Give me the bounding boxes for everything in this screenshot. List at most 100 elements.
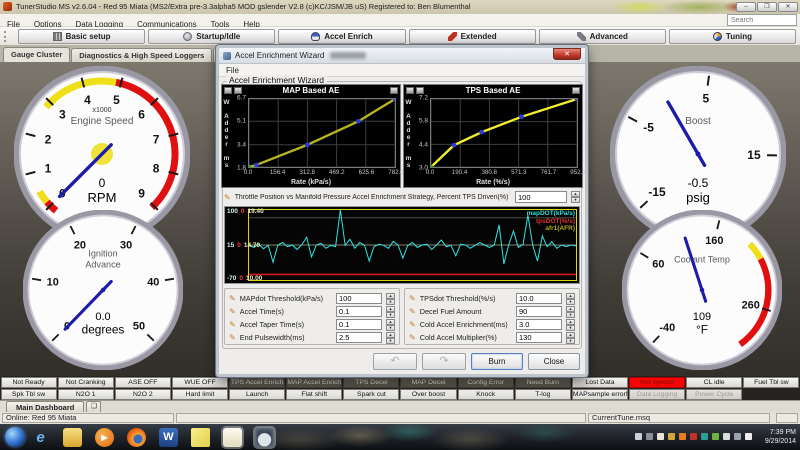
ie-icon[interactable]: e [31, 428, 50, 447]
svg-text:10: 10 [47, 277, 59, 289]
search-input[interactable] [727, 14, 797, 26]
notes-app-icon[interactable] [223, 428, 242, 447]
spinner-down-icon[interactable]: ▼ [386, 325, 395, 331]
toolbar-extended-button[interactable]: Extended [409, 29, 536, 44]
chart-corner-icon [224, 87, 232, 94]
spinner-down-icon[interactable]: ▼ [386, 338, 395, 344]
close-button[interactable]: Close [528, 353, 580, 370]
toolbar-button-label: Accel Enrich [324, 32, 372, 41]
tps-based-ae-chart[interactable]: TPS Based AEW Adder ms3.04.45.87.20.0190… [403, 84, 583, 188]
restore-icon [390, 87, 398, 94]
media-player-icon[interactable]: ▶ [95, 428, 114, 447]
tray-icon[interactable] [723, 433, 730, 440]
svg-text:1: 1 [45, 161, 52, 175]
start-button[interactable] [5, 427, 25, 447]
spinner-down-icon[interactable]: ▼ [566, 312, 575, 318]
field-label: Cold Accel Enrichment(ms) [420, 320, 512, 329]
field-input-cold-accel-multiplier[interactable] [516, 332, 562, 343]
tray-icon[interactable] [745, 433, 752, 440]
svg-text:40: 40 [147, 277, 159, 289]
indicator-over-boost: Over boost [400, 389, 456, 400]
strategy-spinner[interactable]: ▲▼ [571, 191, 580, 203]
indicator-n2o-2: N2O 2 [115, 389, 171, 400]
taskbar-clock[interactable]: 7:39 PM 9/29/2014 [765, 428, 796, 446]
field-input-accel-time-s[interactable] [336, 306, 382, 317]
spinner-down-icon[interactable]: ▼ [566, 325, 575, 331]
sticky-notes-icon[interactable] [191, 428, 210, 447]
tray-icon[interactable] [646, 433, 653, 440]
map-based-ae-chart[interactable]: MAP Based AEW Adder ms1.83.45.16.70.0156… [221, 84, 401, 188]
close-button[interactable]: ✕ [778, 2, 798, 12]
indicator-tps-decel: TPS Decel [343, 377, 399, 388]
new-dashboard-tab-button[interactable]: ❏ [86, 401, 101, 412]
dialog-title-bar[interactable]: Accel Enrichment Wizard ✕ [219, 48, 585, 64]
field-input-decel-fuel-amount[interactable] [516, 306, 562, 317]
field-spinner[interactable]: ▲▼ [386, 332, 395, 344]
field-spinner[interactable]: ▲▼ [386, 293, 395, 305]
clock-time: 7:39 PM [770, 429, 796, 436]
toolbar-advanced-button[interactable]: Advanced [539, 29, 666, 44]
plot-area[interactable] [430, 98, 578, 168]
field-spinner[interactable]: ▲▼ [566, 306, 575, 318]
svg-text:psig: psig [686, 190, 710, 205]
dialog-menu-file[interactable]: File [226, 66, 239, 75]
minimize-button[interactable]: – [736, 2, 756, 12]
toolbar-startup-idle-button[interactable]: Startup/Idle [148, 29, 275, 44]
tray-icon[interactable] [712, 433, 719, 440]
field-spinner[interactable]: ▲▼ [566, 332, 575, 344]
spinner-down-icon[interactable]: ▼ [566, 338, 575, 344]
indicator-wue-off: WUE OFF [172, 377, 228, 388]
field-spinner[interactable]: ▲▼ [566, 319, 575, 331]
coolant-temp-gauge[interactable]: -4060160260Coolant Temp109°F [622, 210, 782, 370]
field-spinner[interactable]: ▲▼ [566, 293, 575, 305]
plot-area[interactable] [248, 98, 396, 168]
tray-icon[interactable] [657, 433, 664, 440]
toolbar-basic-setup-button[interactable]: Basic setup [18, 29, 145, 44]
redo-icon: ↷ [439, 355, 448, 367]
dialog-title: Accel Enrichment Wizard [235, 51, 324, 60]
ignition-advance-gauge[interactable]: 01020304050IgnitionAdvance0.0degrees [23, 210, 183, 370]
spinner-down-icon[interactable]: ▼ [386, 312, 395, 318]
tray-icon[interactable] [690, 433, 697, 440]
field-input-mapdot-threshold-kpa-s[interactable] [336, 293, 382, 304]
spinner-down-icon[interactable]: ▼ [571, 197, 580, 203]
indicator-map-accel-enrich: MAP Accel Enrich [286, 377, 342, 388]
redo-button[interactable]: ↷ [422, 353, 466, 370]
tab-diagnostics-high-speed-loggers[interactable]: Diagnostics & High Speed Loggers [71, 48, 212, 62]
strip-axis-labels: -70010.00 [227, 275, 262, 282]
tab-main-dashboard[interactable]: Main Dashboard [6, 401, 84, 412]
tray-icon[interactable] [679, 433, 686, 440]
undo-button[interactable]: ↶ [373, 353, 417, 370]
tab-gauge-cluster[interactable]: Gauge Cluster [3, 47, 70, 62]
spinner-down-icon[interactable]: ▼ [386, 299, 395, 305]
tuning-icon [713, 32, 722, 41]
tray-icon[interactable] [635, 433, 642, 440]
field-spinner[interactable]: ▲▼ [386, 319, 395, 331]
field-input-cold-accel-enrichment-ms[interactable] [516, 319, 562, 330]
explorer-icon[interactable] [63, 428, 82, 447]
field-row-accel-taper-time-s: ✎Accel Taper Time(s)▲▼ [229, 318, 395, 331]
burn-button[interactable]: Burn [471, 353, 523, 370]
indicator-flat-shift: Flat shift [286, 389, 342, 400]
dialog-close-button[interactable]: ✕ [553, 48, 581, 60]
field-input-accel-taper-time-s[interactable] [336, 319, 382, 330]
field-row-tpsdot-threshold-s: ✎TPSdot Threshold(%/s)▲▼ [409, 292, 575, 305]
field-spinner[interactable]: ▲▼ [386, 306, 395, 318]
tray-icon[interactable] [734, 433, 741, 440]
toolbar-tuning-button[interactable]: Tuning [669, 29, 796, 44]
indicator-cl-idle: CL idle [686, 377, 742, 388]
tray-icon[interactable] [701, 433, 708, 440]
spinner-down-icon[interactable]: ▼ [566, 299, 575, 305]
word-icon[interactable]: W [159, 428, 178, 447]
strategy-input[interactable] [515, 191, 567, 203]
tray-icon[interactable] [668, 433, 675, 440]
indicator-config-error: Config Error [458, 377, 514, 388]
page-icon: ❏ [91, 403, 97, 410]
tunerstudio-icon[interactable] [255, 428, 274, 447]
maximize-button[interactable]: ❐ [757, 2, 777, 12]
firefox-icon[interactable] [127, 428, 146, 447]
svg-text:RPM: RPM [88, 190, 117, 205]
toolbar-accel-enrich-button[interactable]: Accel Enrich [278, 29, 405, 44]
field-input-tpsdot-threshold-s[interactable] [516, 293, 562, 304]
field-input-end-pulsewidth-ms[interactable] [336, 332, 382, 343]
